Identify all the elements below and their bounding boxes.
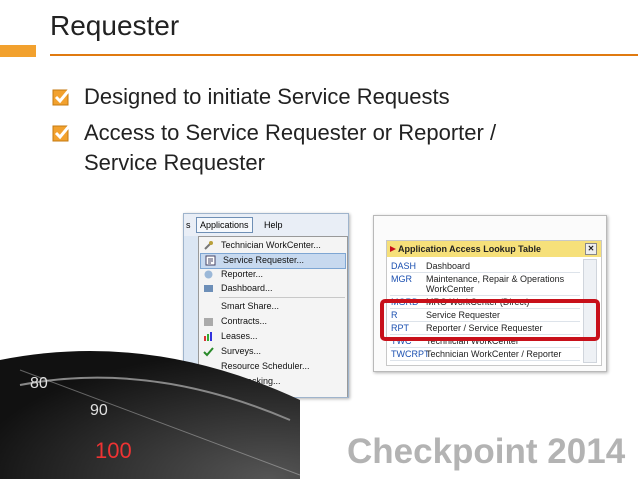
menu-item-dashboard[interactable]: Dashboard... bbox=[199, 282, 347, 296]
gauge-100: 100 bbox=[95, 438, 132, 463]
lookup-table-screenshot: Application Access Lookup Table ✕ DASH D… bbox=[373, 215, 607, 372]
checkpoint-logo: Checkpoint 2014 bbox=[347, 432, 626, 471]
menu-fragment: s bbox=[186, 220, 191, 230]
close-icon[interactable]: ✕ bbox=[585, 243, 597, 255]
highlight-box bbox=[380, 299, 600, 341]
bullet-text: Designed to initiate Service Requests bbox=[84, 84, 450, 109]
gauge-90: 90 bbox=[90, 402, 108, 419]
checkbox-icon bbox=[52, 88, 72, 106]
bullet-list: Designed to initiate Service Requests Ac… bbox=[52, 82, 554, 184]
menu-separator bbox=[219, 297, 345, 298]
menu-item-contracts[interactable]: Contracts... bbox=[199, 315, 347, 329]
menu-item-smart-share[interactable]: Smart Share... bbox=[199, 300, 347, 314]
lookup-header: Application Access Lookup Table ✕ bbox=[387, 241, 601, 257]
slide-title: Requester bbox=[50, 10, 180, 41]
lookup-title: Application Access Lookup Table bbox=[398, 244, 542, 254]
contracts-icon bbox=[204, 318, 213, 326]
menu-item-technician-workcenter[interactable]: Technician WorkCenter... bbox=[199, 239, 347, 253]
table-row[interactable]: DASH Dashboard bbox=[390, 260, 580, 273]
title-underline bbox=[50, 54, 638, 56]
speedometer-graphic: 80 90 100 bbox=[0, 351, 300, 479]
table-row[interactable]: MGR Maintenance, Repair & Operations Wor… bbox=[390, 273, 580, 296]
wrench-icon bbox=[204, 241, 213, 250]
request-form-icon bbox=[205, 255, 216, 266]
menu-help[interactable]: Help bbox=[264, 220, 283, 230]
table-row[interactable]: TWCRPT Technician WorkCenter / Reporter bbox=[390, 348, 580, 361]
reporter-icon bbox=[204, 270, 213, 279]
bullet-text: Access to Service Requester or Reporter … bbox=[84, 120, 497, 175]
dashboard-icon bbox=[204, 285, 213, 292]
bullet-item: Access to Service Requester or Reporter … bbox=[52, 118, 554, 178]
menu-item-reporter[interactable]: Reporter... bbox=[199, 268, 347, 282]
menu-applications[interactable]: Applications bbox=[196, 217, 253, 233]
accent-bar bbox=[0, 45, 36, 57]
arrow-icon bbox=[390, 246, 396, 252]
menu-item-service-requester[interactable]: Service Requester... bbox=[200, 253, 346, 269]
bullet-item: Designed to initiate Service Requests bbox=[52, 82, 554, 112]
checkbox-icon bbox=[52, 124, 72, 142]
menu-bar: s Applications Help bbox=[184, 214, 348, 236]
